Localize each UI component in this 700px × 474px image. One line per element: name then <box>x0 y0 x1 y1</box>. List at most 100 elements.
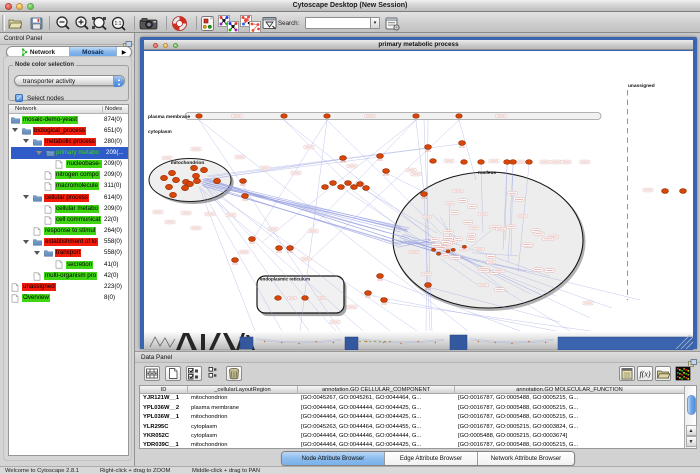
network-node[interactable] <box>425 283 432 288</box>
network-node[interactable] <box>275 296 282 301</box>
table-row-YPL036W__1[interactable]: YPL036W__1mitochondrion[GO:0044464, GO:0… <box>140 413 684 422</box>
new-attribute-icon[interactable] <box>165 366 181 381</box>
network-node[interactable] <box>249 237 256 242</box>
network-node[interactable] <box>240 179 247 184</box>
network-node[interactable] <box>461 160 468 165</box>
matrix-view-icon[interactable] <box>675 366 691 381</box>
network-node[interactable] <box>196 114 202 118</box>
network-node[interactable] <box>383 169 390 174</box>
combo-stepper-icon[interactable]: ▲▼ <box>113 76 124 87</box>
search-options-icon[interactable] <box>385 15 400 32</box>
network-node[interactable] <box>194 178 201 183</box>
network-node[interactable] <box>451 249 455 252</box>
network-node[interactable] <box>302 296 309 301</box>
table-col-header[interactable]: annotation.GO CELLULAR_COMPONENT <box>298 386 455 394</box>
data-panel-float-icon[interactable] <box>688 354 696 361</box>
network-views-icon[interactable] <box>218 15 239 32</box>
endoplasmic-reticulum-region[interactable] <box>257 276 344 313</box>
tab-edge-attribute-browser[interactable]: Edge Attribute Browser <box>385 452 478 465</box>
network-node[interactable] <box>363 186 370 191</box>
frame-zoom-icon[interactable] <box>173 43 178 48</box>
network-node[interactable] <box>526 160 533 165</box>
minimize-button-icon[interactable] <box>16 3 23 10</box>
expand-triangle-icon[interactable] <box>12 128 18 132</box>
network-node[interactable] <box>478 160 485 165</box>
tree-row-primary-metabo[interactable]: primary metabo209(... <box>11 147 128 158</box>
tree-row-response-to-stimul[interactable]: response to stimul264(0) <box>9 226 128 237</box>
network-node[interactable] <box>340 156 347 161</box>
network-node[interactable] <box>173 177 180 182</box>
network-node[interactable] <box>437 252 441 255</box>
table-vertical-scrollbar[interactable]: ▲ ▼ <box>684 386 696 448</box>
tab-node-attribute-browser[interactable]: Node Attribute Browser <box>282 452 385 465</box>
expand-triangle-icon[interactable] <box>34 251 40 255</box>
network-window-titlebar[interactable]: primary metabolic process <box>144 40 693 50</box>
network-node[interactable] <box>351 185 358 190</box>
network-node[interactable] <box>357 182 364 187</box>
network-node[interactable] <box>432 248 436 251</box>
network-node[interactable] <box>680 189 687 194</box>
tree-row-mosaic-demo-yeast[interactable]: mosaic-demo-yeast874(0) <box>9 114 128 125</box>
network-view-window[interactable]: primary metabolic process plasma membran… <box>140 37 697 349</box>
unselect-attributes-icon[interactable] <box>207 366 219 381</box>
network-node[interactable] <box>365 291 372 296</box>
attribute-list-icon[interactable] <box>619 366 635 381</box>
table-col-header[interactable]: ID <box>140 386 188 394</box>
network-node[interactable] <box>170 192 177 197</box>
network-node[interactable] <box>276 246 283 251</box>
network-node[interactable] <box>425 145 432 150</box>
tree-row-establishment-of-lo[interactable]: establishment of lo558(0) <box>9 237 128 248</box>
network-node[interactable] <box>413 114 419 118</box>
network-node[interactable] <box>456 114 462 118</box>
network-node[interactable] <box>381 298 388 303</box>
table-row-YJR121W__1[interactable]: YJR121W__1mitochondrion[GO:0045267, GO:0… <box>140 394 684 403</box>
network-node[interactable] <box>166 184 173 189</box>
attribute-grid-icon[interactable] <box>144 366 160 381</box>
tree-row-cellular-process[interactable]: cellular process614(0) <box>9 192 128 203</box>
expand-triangle-icon[interactable] <box>23 139 29 143</box>
frame-minimize-icon[interactable] <box>163 43 168 48</box>
network-node[interactable] <box>281 114 287 118</box>
tree-row-unassigned[interactable]: unassigned223(0) <box>9 281 128 292</box>
network-node[interactable] <box>430 159 437 164</box>
select-nodes-checkbox[interactable]: ✓ <box>15 94 23 102</box>
scroll-down-icon[interactable]: ▼ <box>686 436 697 447</box>
network-node[interactable] <box>169 170 176 175</box>
network-node[interactable] <box>322 185 329 190</box>
save-session-icon[interactable] <box>30 15 43 32</box>
tree-row-biological-process[interactable]: biological_process651(0) <box>9 125 128 136</box>
network-node[interactable] <box>232 258 239 263</box>
network-node[interactable] <box>510 160 517 165</box>
tree-row-nitrogen-compo[interactable]: nitrogen compo209(0) <box>9 170 128 181</box>
expand-triangle-icon[interactable] <box>36 151 42 155</box>
network-views-2-icon[interactable] <box>240 15 261 32</box>
network-node[interactable] <box>187 181 194 186</box>
network-node[interactable] <box>242 194 249 199</box>
search-input[interactable] <box>305 17 371 29</box>
import-attributes-icon[interactable] <box>655 366 671 381</box>
table-row-YDR039C__1[interactable]: YDR039C__1mitochondrion[GO:0044464, GO:0… <box>140 441 684 449</box>
table-row-YKR052C[interactable]: YKR052Ccytoplasm[GO:0044464, GO:0044446,… <box>140 432 684 441</box>
tree-row-transport[interactable]: transport558(0) <box>9 248 128 259</box>
network-node[interactable] <box>662 189 669 194</box>
zoom-out-icon[interactable] <box>55 15 71 32</box>
tree-row-multi-organism-pro[interactable]: multi-organism pro42(0) <box>9 270 128 281</box>
delete-attribute-icon[interactable] <box>226 366 242 381</box>
scroll-up-icon[interactable]: ▲ <box>686 425 697 436</box>
scrollbar-thumb[interactable] <box>687 395 696 415</box>
tree-row-cell-communicat[interactable]: cell communicat22(0) <box>9 214 128 225</box>
tree-row-overview[interactable]: Overview8(0) <box>9 292 128 303</box>
network-node[interactable] <box>421 192 428 197</box>
network-node[interactable] <box>377 154 384 159</box>
network-node[interactable] <box>377 274 384 279</box>
select-attributes-icon[interactable] <box>186 366 202 381</box>
close-button-icon[interactable] <box>5 3 12 10</box>
table-row-YLR295C[interactable]: YLR295Ccytoplasm[GO:0045263, GO:0044464,… <box>140 423 684 432</box>
table-col-header[interactable]: annotation.GO MOLECULAR_FUNCTION <box>455 386 685 394</box>
network-node[interactable] <box>459 141 466 146</box>
table-col-header[interactable]: _cellularLayoutRegion <box>188 386 298 394</box>
table-row-YPL036W__2[interactable]: YPL036W__2plasma membrane[GO:0044464, GO… <box>140 404 684 413</box>
zoom-in-icon[interactable] <box>74 15 90 32</box>
network-node[interactable] <box>345 181 352 186</box>
expand-triangle-icon[interactable] <box>23 195 29 199</box>
